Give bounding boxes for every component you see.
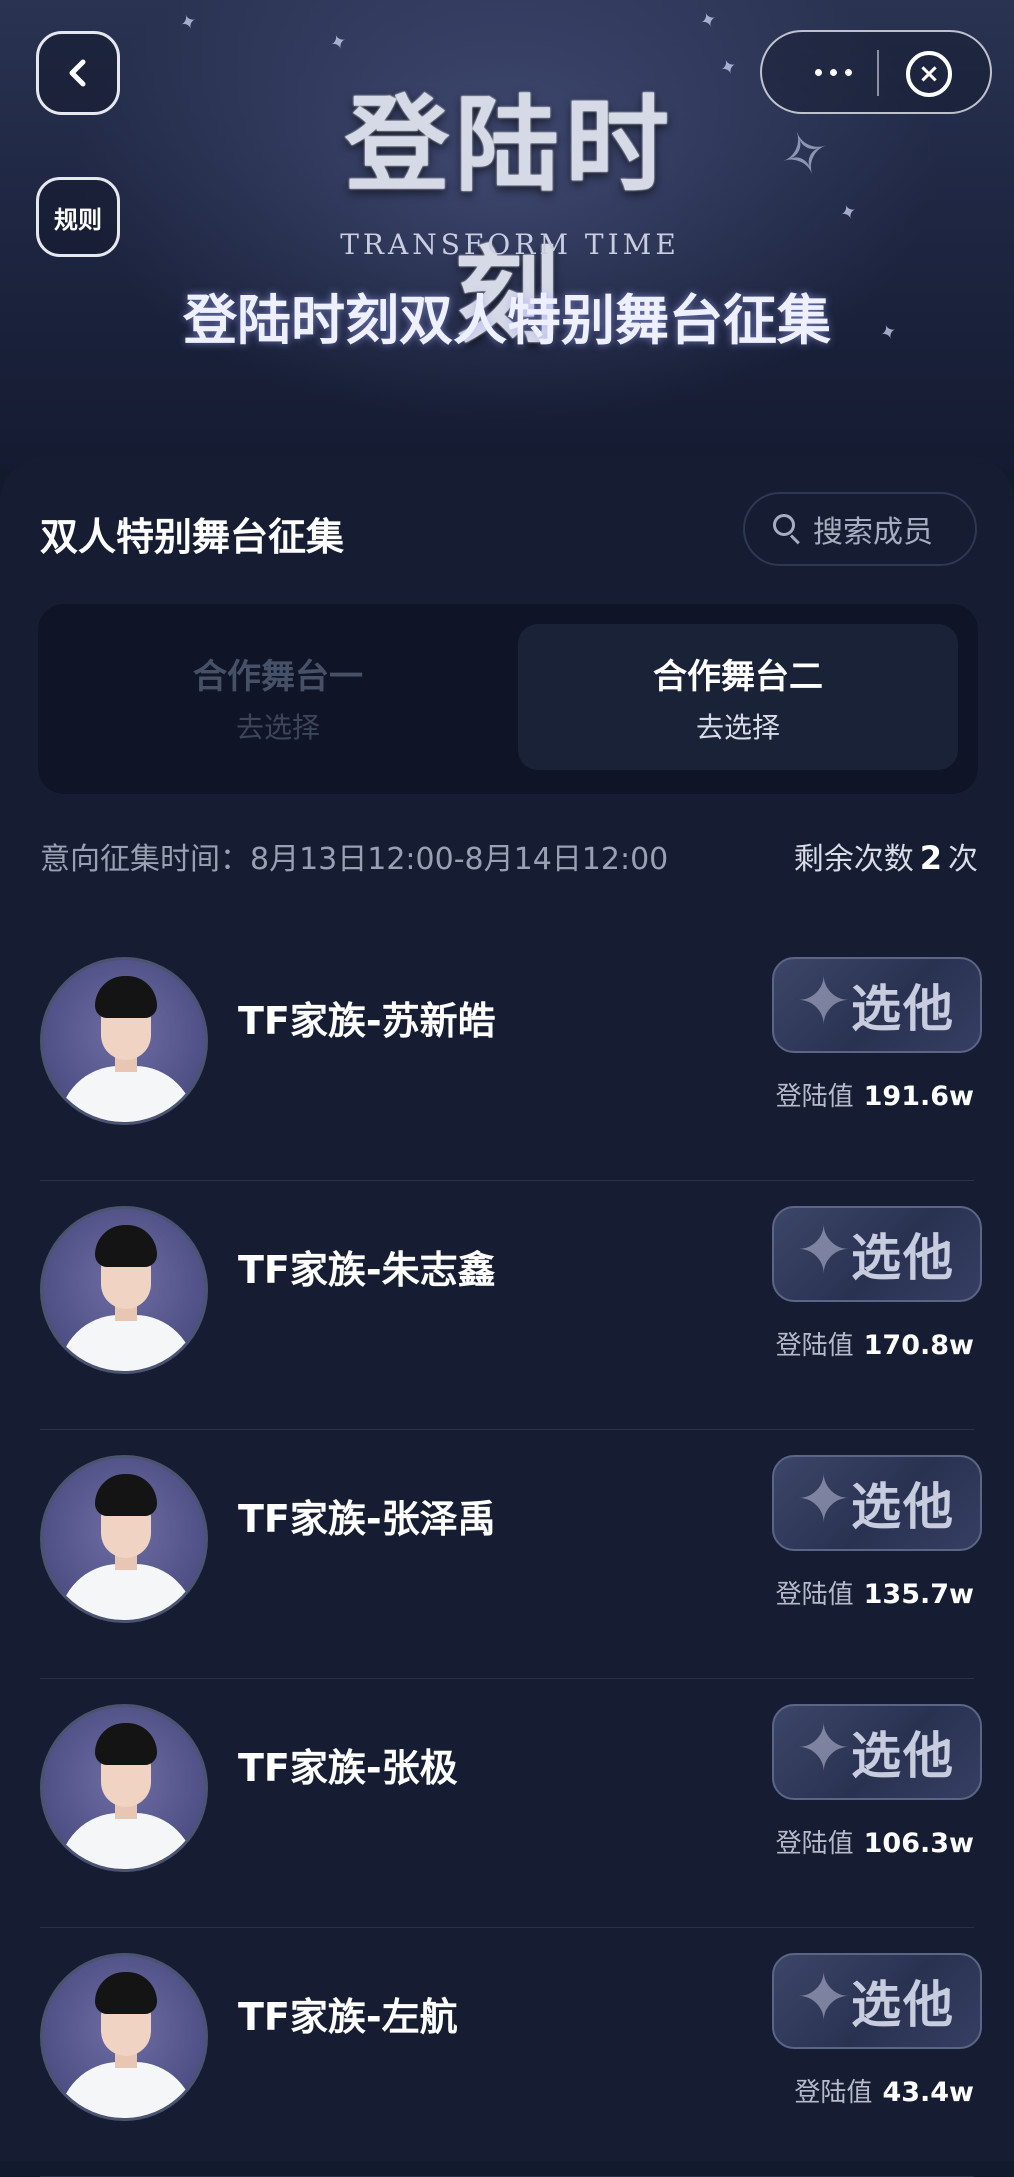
info-row: 意向征集时间：8月13日12:00-8月14日12:00 剩余次数 2 次 [40,834,978,884]
member-score: 登陆值 191.6w [775,1081,974,1112]
select-him-button[interactable]: ✦ 选他 [772,957,982,1053]
butterfly-icon: ✧ [769,113,841,197]
avatar [40,1953,208,2121]
member-score: 登陆值 43.4w [794,2077,974,2108]
member-name: TF家族-苏新皓 [238,999,496,1043]
star-icon: ✦ [796,1461,852,1538]
select-him-button[interactable]: ✦ 选他 [772,1206,982,1302]
select-button-label: 选他 [851,1229,955,1287]
butterfly-icon: ✦ [836,197,861,227]
star-icon: ✦ [796,1212,852,1289]
member-name: TF家族-朱志鑫 [238,1248,496,1292]
select-button-label: 选他 [851,1478,955,1536]
list-item: TF家族-朱志鑫 ✦ 选他 登陆值 170.8w [0,1181,1014,1430]
tab-action: 去选择 [695,710,780,744]
remaining-number: 2 [919,839,942,877]
mini-program-capsule: × [760,30,992,114]
search-icon [773,514,803,545]
main-panel: 双人特别舞台征集 搜索成员 合作舞台一 去选择 合作舞台二 去选择 意向征集时间… [0,456,1014,2177]
remaining-count: 剩余次数 2 次 [793,839,978,877]
star-icon: ✦ [796,963,852,1040]
star-icon: ✦ [796,1710,852,1787]
avatar [40,1206,208,1374]
banner-title: 登陆时刻双人特别舞台征集 [183,289,831,352]
tab-name: 合作舞台二 [653,656,823,697]
search-member-button[interactable]: 搜索成员 [743,492,977,566]
event-logo-subtitle: TRANSFORM TIME [340,228,680,261]
stage-tabs: 合作舞台一 去选择 合作舞台二 去选择 [38,604,978,794]
member-name: TF家族-张极 [238,1746,458,1790]
avatar [40,957,208,1125]
back-button[interactable] [36,31,120,115]
collection-time: 意向征集时间：8月13日12:00-8月14日12:00 [40,842,669,877]
member-score: 登陆值 135.7w [775,1579,974,1610]
tab-action: 去选择 [235,710,320,744]
hero-banner: ✦ ✦ ✦ ✦ ✦ ✧ ✦ 规则 × 登陆时刻 TRANSFORM TIME 登… [0,0,1014,470]
butterfly-icon: ✦ [326,27,351,57]
butterfly-icon: ✦ [176,7,201,37]
member-score: 登陆值 106.3w [775,1828,974,1859]
member-list: TF家族-苏新皓 ✦ 选他 登陆值 191.6w TF家族-朱志鑫 ✦ 选他 登陆… [0,932,1014,2177]
list-item: TF家族-张泽禹 ✦ 选他 登陆值 135.7w [0,1430,1014,1679]
close-circle-icon[interactable]: × [906,51,952,97]
select-button-label: 选他 [851,1976,955,2034]
member-name: TF家族-张泽禹 [238,1497,496,1541]
select-button-label: 选他 [851,1727,955,1785]
capsule-divider [877,50,879,96]
select-button-label: 选他 [851,980,955,1038]
star-icon: ✦ [796,1959,852,2036]
select-him-button[interactable]: ✦ 选他 [772,1455,982,1551]
select-him-button[interactable]: ✦ 选他 [772,1953,982,2049]
rules-button[interactable]: 规则 [36,177,120,257]
more-dots-icon[interactable] [802,52,864,92]
member-score: 登陆值 170.8w [775,1330,974,1361]
list-item: TF家族-张极 ✦ 选他 登陆值 106.3w [0,1679,1014,1928]
member-name: TF家族-左航 [238,1995,458,2039]
tab-name: 合作舞台一 [193,656,363,697]
chevron-left-icon [69,59,86,87]
list-item: TF家族-左航 ✦ 选他 登陆值 43.4w [0,1928,1014,2177]
avatar [40,1455,208,1623]
butterfly-icon: ✦ [696,5,721,35]
avatar [40,1704,208,1872]
section-title: 双人特别舞台征集 [40,515,345,559]
select-him-button[interactable]: ✦ 选他 [772,1704,982,1800]
list-item: TF家族-苏新皓 ✦ 选他 登陆值 191.6w [0,932,1014,1181]
search-label: 搜索成员 [813,515,933,550]
tab-stage-two[interactable]: 合作舞台二 去选择 [518,624,958,770]
butterfly-icon: ✦ [876,317,901,347]
tab-stage-one[interactable]: 合作舞台一 去选择 [58,624,498,770]
